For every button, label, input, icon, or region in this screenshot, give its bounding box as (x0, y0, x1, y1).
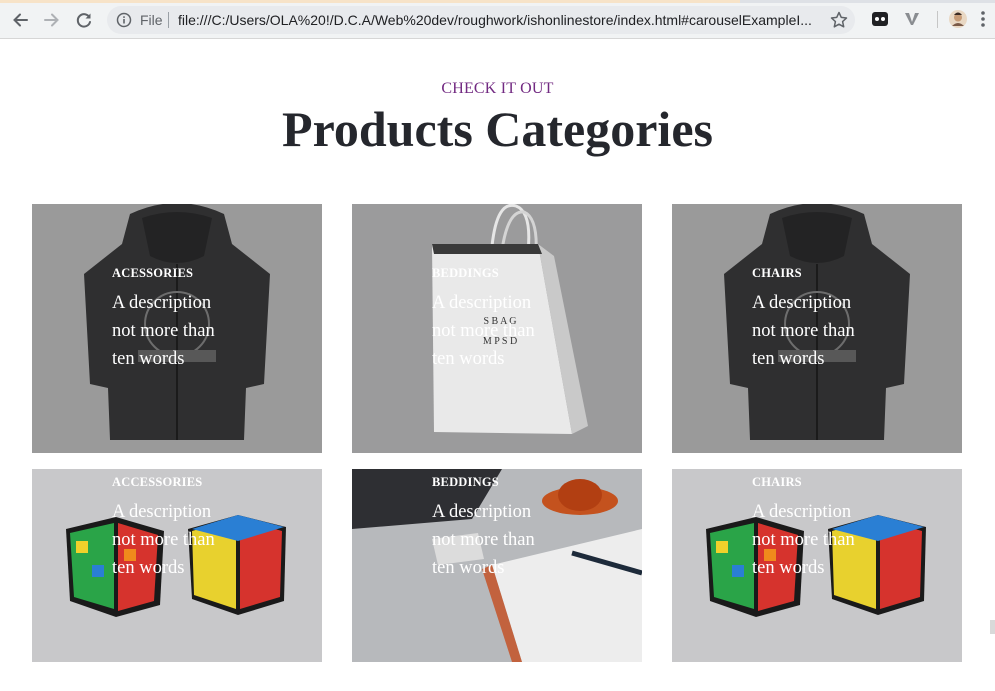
browser-toolbar: File file:///C:/Users/OLA%20!/D.C.A/Web%… (0, 0, 995, 39)
info-icon[interactable] (116, 12, 132, 28)
category-card[interactable]: S B A G M P S D BEDDINGS A description n… (352, 204, 642, 453)
toolbar-divider (937, 11, 938, 28)
card-title: ACESSORIES (112, 266, 194, 280)
card-title: BEDDINGS (432, 266, 499, 280)
category-card[interactable]: ACCESSORIES A description not more than … (32, 469, 322, 662)
page-title: Products Categories (282, 101, 713, 157)
tab-strip-edge (0, 0, 995, 3)
scrollbar-thumb[interactable] (990, 620, 995, 634)
scheme-label: File (140, 12, 163, 28)
card-description: A description not more than ten words (752, 293, 855, 369)
card-title: BEDDINGS (432, 475, 499, 489)
card-description: A description not more than ten words (432, 502, 535, 578)
address-divider (168, 12, 169, 28)
reload-icon[interactable] (72, 8, 96, 32)
back-arrow-icon[interactable] (8, 8, 32, 32)
address-bar[interactable]: File file:///C:/Users/OLA%20!/D.C.A/Web%… (107, 6, 855, 34)
card-description: A description not more than ten words (112, 293, 215, 369)
card-title: CHAIRS (752, 266, 802, 280)
vimeo-extension-icon[interactable] (902, 9, 922, 29)
card-title: ACCESSORIES (112, 475, 203, 489)
category-card[interactable]: CHAIRS A description not more than ten w… (672, 204, 962, 453)
forward-arrow-icon[interactable] (40, 8, 64, 32)
active-tab-edge (0, 0, 740, 3)
card-description: A description not more than ten words (112, 502, 215, 578)
card-description: A description not more than ten words (432, 293, 535, 369)
profile-avatar-icon[interactable] (948, 9, 968, 29)
category-card[interactable]: ACESSORIES A description not more than t… (32, 204, 322, 453)
star-icon[interactable] (829, 10, 849, 30)
section-eyebrow: CHECK IT OUT (441, 80, 554, 97)
category-card[interactable]: BEDDINGS A description not more than ten… (352, 469, 642, 662)
extension-icon[interactable] (870, 9, 890, 29)
more-vert-icon[interactable] (976, 9, 990, 29)
card-description: A description not more than ten words (752, 502, 855, 578)
url-text[interactable]: file:///C:/Users/OLA%20!/D.C.A/Web%20dev… (178, 12, 828, 28)
card-title: CHAIRS (752, 475, 802, 489)
category-card[interactable]: CHAIRS A description not more than ten w… (672, 469, 962, 662)
